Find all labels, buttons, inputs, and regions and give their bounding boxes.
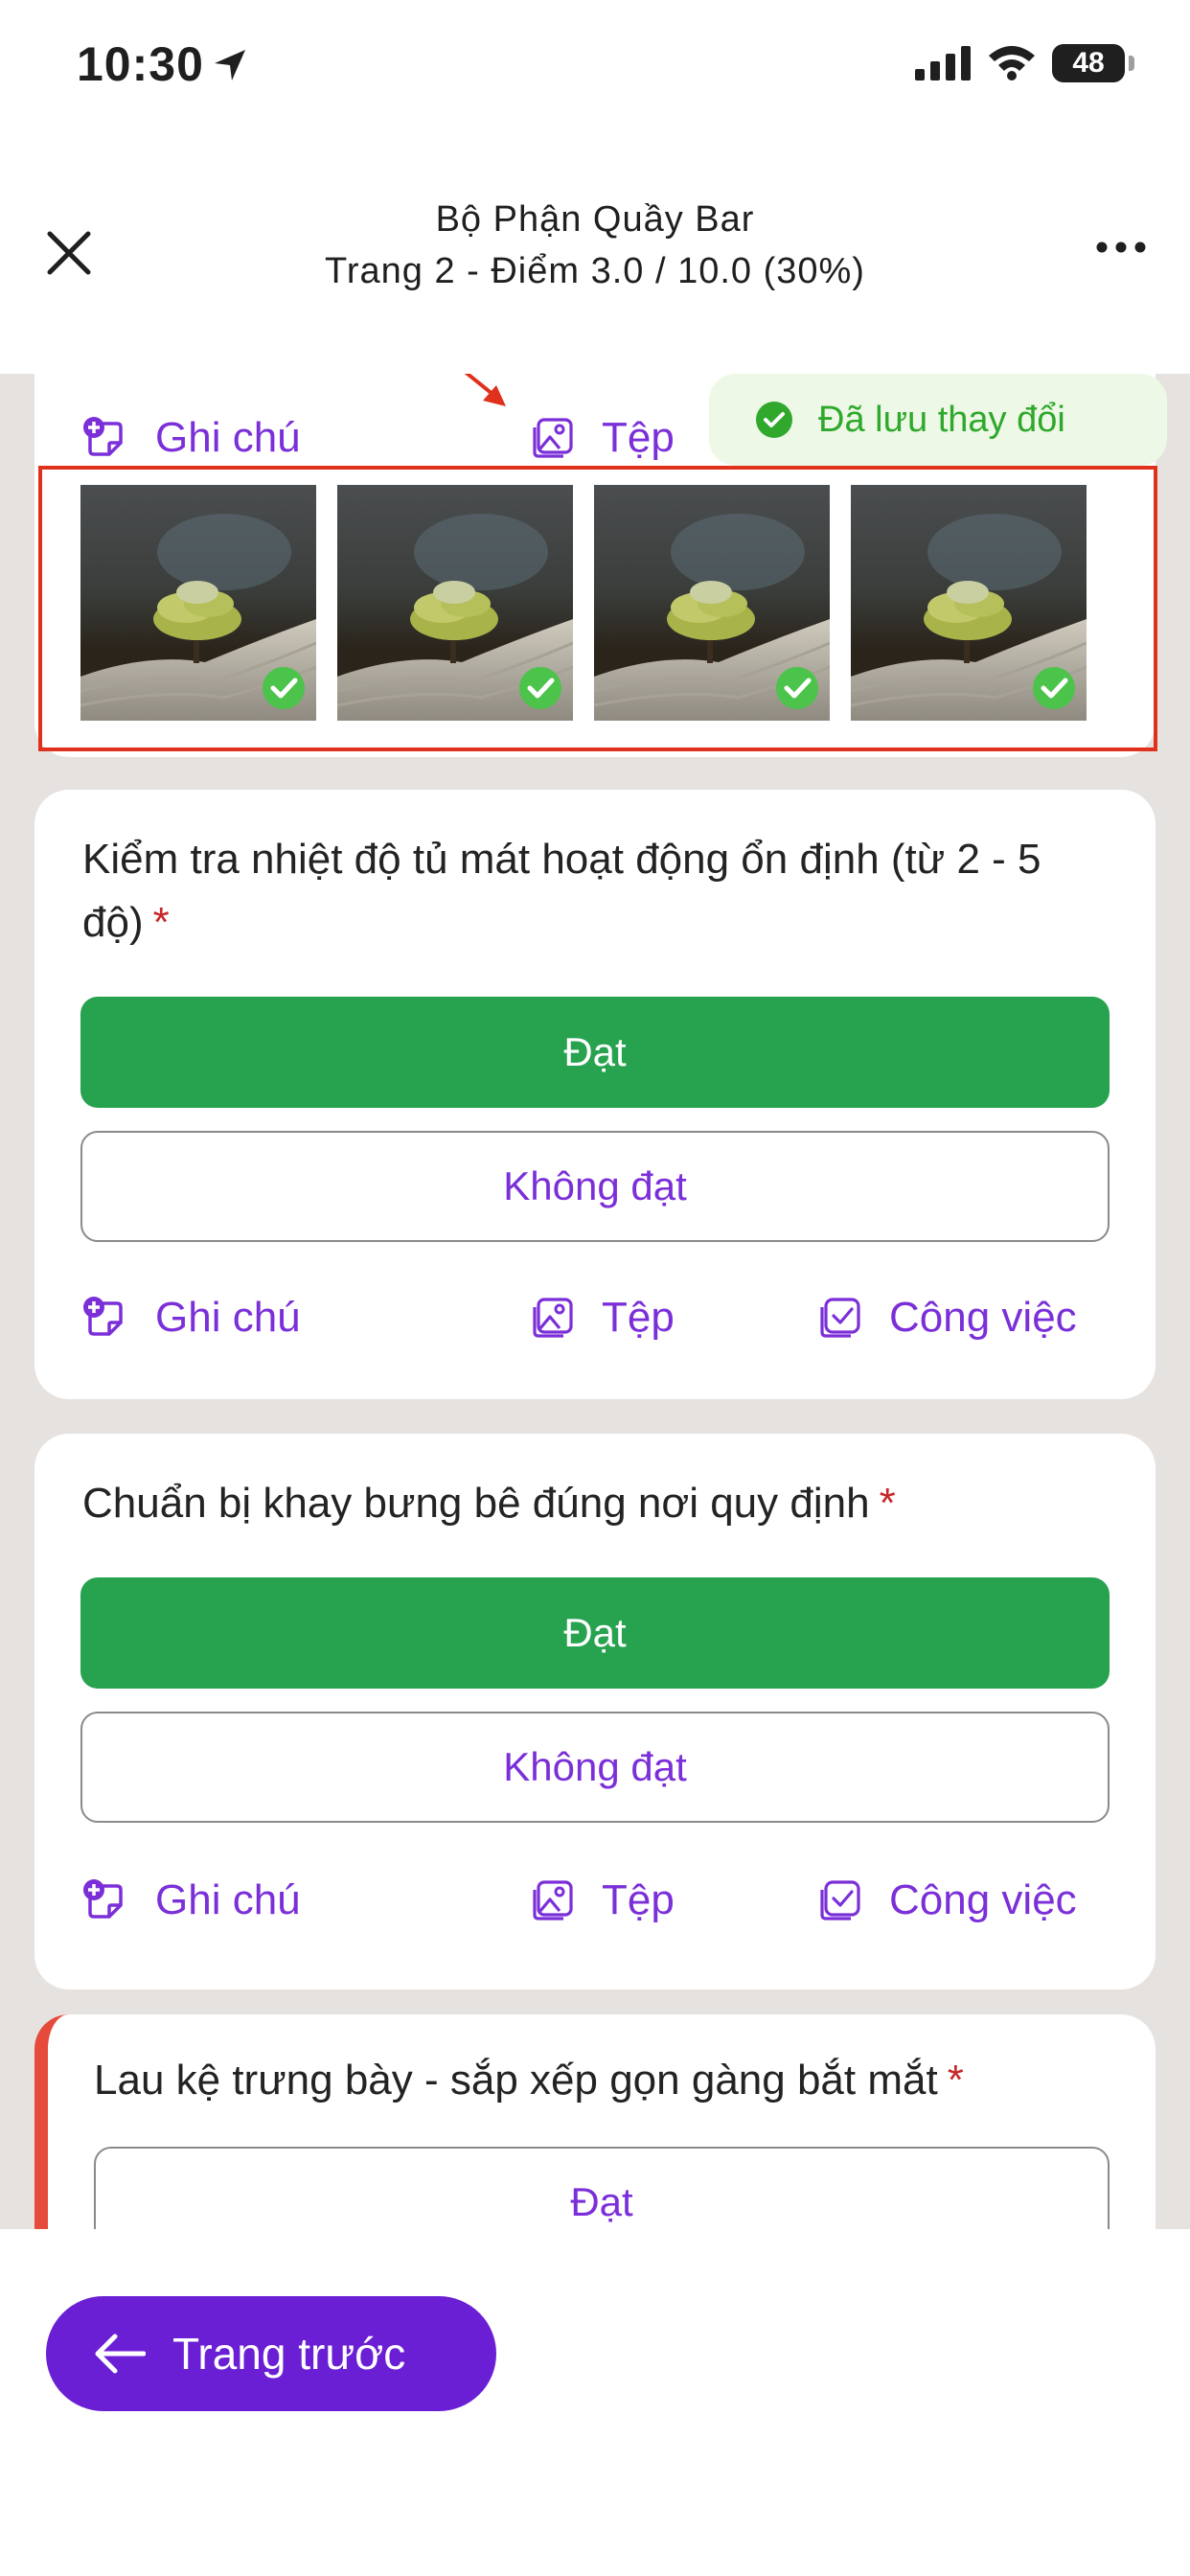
file-action[interactable]: Tệp <box>531 1867 675 1934</box>
item-actions: Ghi chú Tệp Công việc <box>80 1284 1110 1351</box>
status-time: 10:30 <box>77 37 204 91</box>
checklist-card: Kiểm tra nhiệt độ tủ mát hoạt động ổn đị… <box>34 790 1156 1399</box>
question-text: Kiểm tra nhiệt độ tủ mát hoạt động ổn đị… <box>82 828 1117 954</box>
check-circle-icon <box>756 402 792 438</box>
cellular-signal-icon <box>915 46 971 80</box>
bottom-bar: Trang trước <box>0 2229 1190 2576</box>
battery-level: 48 <box>1072 47 1105 79</box>
annotation-arrow-icon <box>464 374 506 406</box>
image-file-icon <box>533 1880 573 1920</box>
previous-page-button[interactable]: Trang trước <box>46 2296 496 2411</box>
fail-button[interactable]: Không đạt <box>80 1712 1110 1823</box>
question-label: Kiểm tra nhiệt độ tủ mát hoạt động ổn đị… <box>82 836 1041 946</box>
annotation-highlight-box <box>38 466 1157 751</box>
add-note-icon <box>83 1297 123 1336</box>
task-checkbox-icon <box>820 1880 860 1920</box>
location-arrow-icon <box>215 50 245 80</box>
previous-page-label: Trang trước <box>172 2329 406 2379</box>
note-label: Ghi chú <box>155 414 301 461</box>
battery-tip <box>1129 56 1134 71</box>
note-label: Ghi chú <box>155 1294 301 1341</box>
file-label: Tệp <box>602 414 675 461</box>
question-text: Chuẩn bị khay bưng bê đúng nơi quy định * <box>82 1472 1117 1535</box>
arrow-left-icon <box>95 2334 146 2374</box>
file-label: Tệp <box>602 1876 675 1923</box>
more-options-icon[interactable] <box>1096 240 1146 255</box>
image-file-icon <box>533 418 573 458</box>
battery-icon: 48 <box>1052 44 1125 82</box>
checklist-scroll-area[interactable]: Ghi chú Tệp Đã lưu thay đổi Kiểm tra nhi… <box>0 374 1190 2229</box>
note-label: Ghi chú <box>155 1876 301 1923</box>
checklist-card-unanswered: Lau kệ trưng bày - sắp xếp gọn gàng bắt … <box>34 2014 1156 2229</box>
image-file-icon <box>533 1298 573 1338</box>
required-mark: * <box>947 2057 964 2104</box>
task-checkbox-icon <box>820 1298 860 1338</box>
note-action[interactable]: Ghi chú <box>80 1867 301 1934</box>
question-text: Lau kệ trưng bày - sắp xếp gọn gàng bắt … <box>94 2049 1117 2112</box>
file-label: Tệp <box>602 1294 675 1341</box>
required-mark: * <box>152 899 170 946</box>
wifi-icon <box>989 46 1035 80</box>
pass-button-selected[interactable]: Đạt <box>80 997 1110 1108</box>
page-subtitle: Trang 2 - Điểm 3.0 / 10.0 (30%) <box>325 251 865 291</box>
question-label: Lau kệ trưng bày - sắp xếp gọn gàng bắt … <box>94 2057 938 2104</box>
note-action[interactable]: Ghi chú <box>80 404 301 472</box>
top-app-bar: Bộ Phận Quầy Bar Trang 2 - Điểm 3.0 / 10… <box>0 134 1190 374</box>
saved-toast: Đã lưu thay đổi <box>709 374 1167 466</box>
task-label: Công việc <box>889 1294 1077 1341</box>
item-actions: Ghi chú Tệp Công việc <box>80 1867 1110 1934</box>
fail-button[interactable]: Không đạt <box>80 1131 1110 1242</box>
saved-toast-text: Đã lưu thay đổi <box>818 399 1065 440</box>
add-note-icon <box>83 1879 123 1919</box>
note-action[interactable]: Ghi chú <box>80 1284 301 1351</box>
question-label: Chuẩn bị khay bưng bê đúng nơi quy định <box>82 1480 870 1527</box>
pass-button-selected[interactable]: Đạt <box>80 1577 1110 1689</box>
pass-button[interactable]: Đạt <box>94 2147 1110 2229</box>
required-mark: * <box>879 1480 896 1527</box>
checklist-card: Chuẩn bị khay bưng bê đúng nơi quy định *… <box>34 1434 1156 1990</box>
task-action[interactable]: Công việc <box>818 1284 1077 1351</box>
status-bar: 10:30 48 <box>0 0 1190 134</box>
task-label: Công việc <box>889 1876 1077 1923</box>
file-action[interactable]: Tệp <box>531 404 675 472</box>
file-action[interactable]: Tệp <box>531 1284 675 1351</box>
page-title: Bộ Phận Quầy Bar <box>435 199 755 240</box>
task-action[interactable]: Công việc <box>818 1867 1077 1934</box>
add-note-icon <box>83 417 123 456</box>
